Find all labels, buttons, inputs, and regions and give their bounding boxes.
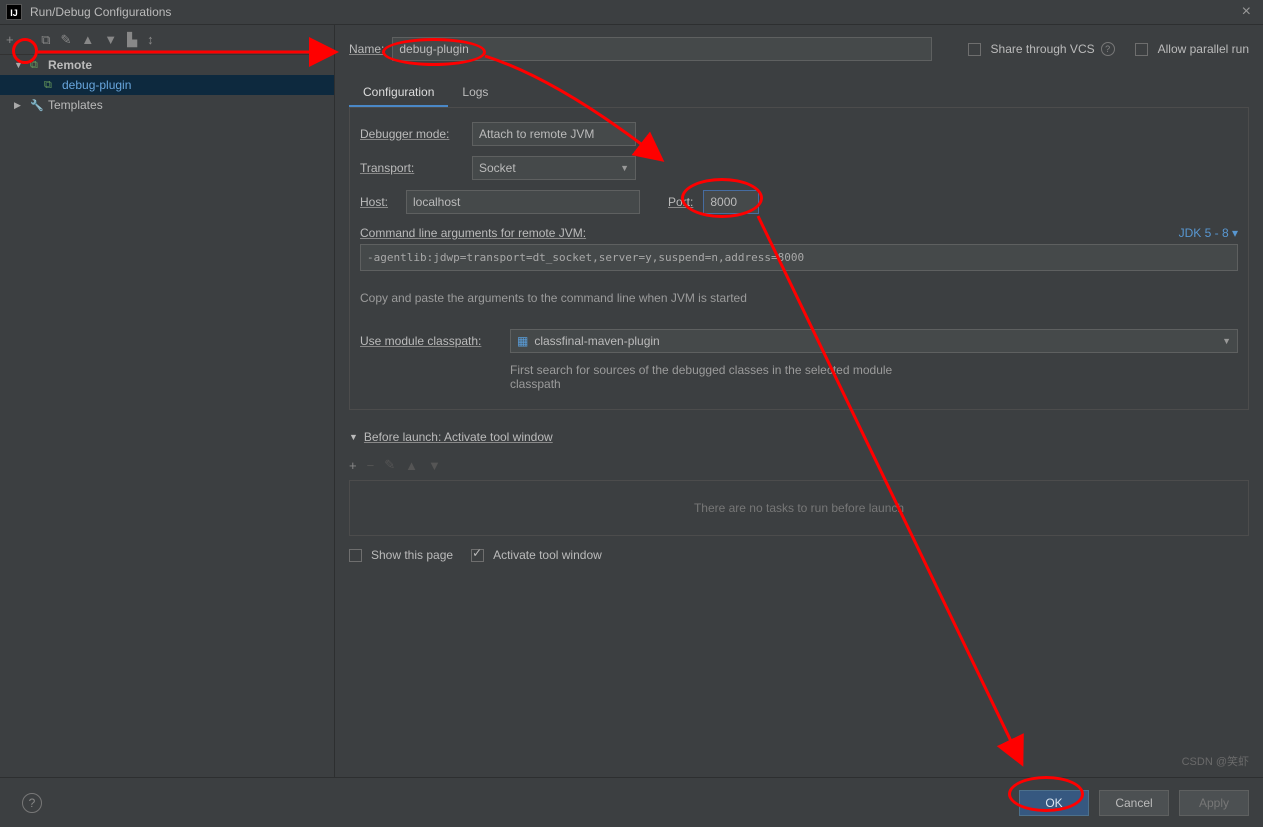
jdk-select-link[interactable]: JDK 5 - 8 ▾ xyxy=(1179,226,1238,240)
main-panel: Name: Share through VCS ? Allow parallel… xyxy=(335,25,1263,777)
module-icon: ▦ xyxy=(517,334,528,348)
parallel-label: Allow parallel run xyxy=(1158,42,1249,56)
add-icon[interactable]: + xyxy=(6,32,14,47)
before-launch-header[interactable]: ▼ Before launch: Activate tool window xyxy=(349,430,1249,444)
apply-button[interactable]: Apply xyxy=(1179,790,1249,816)
chevron-down-icon: ▼ xyxy=(1222,336,1231,346)
dialog-footer: ? OK Cancel Apply xyxy=(0,777,1263,827)
watermark: CSDN @笑虾 xyxy=(1182,753,1249,769)
tab-configuration[interactable]: Configuration xyxy=(349,79,448,107)
help-icon[interactable]: ? xyxy=(1101,42,1115,56)
copy-icon[interactable]: ⧉ xyxy=(41,32,50,48)
tree-label: Templates xyxy=(48,98,103,112)
app-icon: IJ xyxy=(6,4,22,20)
remote-icon: ⧉ xyxy=(44,79,58,92)
tree-label: Remote xyxy=(48,58,92,72)
tree-label: debug-plugin xyxy=(62,78,131,92)
activate-checkbox[interactable] xyxy=(471,549,484,562)
module-label: Use module classpath: xyxy=(360,334,500,348)
cmd-args-label: Command line arguments for remote JVM: xyxy=(360,226,586,240)
tree-node-debug-plugin[interactable]: ⧉ debug-plugin xyxy=(0,75,334,95)
before-launch-panel: There are no tasks to run before launch xyxy=(349,480,1249,536)
module-hint: First search for sources of the debugged… xyxy=(510,363,910,391)
down-task-icon: ▼ xyxy=(428,458,441,473)
name-input[interactable] xyxy=(392,37,932,61)
section-title: Before launch: Activate tool window xyxy=(364,430,553,444)
up-task-icon: ▲ xyxy=(405,458,418,473)
cancel-button[interactable]: Cancel xyxy=(1099,790,1169,816)
cmd-args-value[interactable]: -agentlib:jdwp=transport=dt_socket,serve… xyxy=(360,244,1238,271)
show-page-label: Show this page xyxy=(371,548,453,562)
host-input[interactable] xyxy=(406,190,640,214)
config-tree: ▼ ⧉ Remote ⧉ debug-plugin ▶ 🔧 Templates xyxy=(0,55,334,777)
module-select[interactable]: ▦ classfinal-maven-plugin ▼ xyxy=(510,329,1238,353)
help-button[interactable]: ? xyxy=(22,793,42,813)
transport-select[interactable]: Socket ▼ xyxy=(472,156,636,180)
port-label: Port: xyxy=(668,195,693,209)
chevron-down-icon: ▼ xyxy=(14,60,26,70)
edit-icon[interactable]: ✎ xyxy=(60,32,71,48)
share-label: Share through VCS xyxy=(991,42,1095,56)
down-icon[interactable]: ▼ xyxy=(104,32,117,47)
empty-text: There are no tasks to run before launch xyxy=(694,501,904,515)
chevron-down-icon: ▼ xyxy=(349,432,358,442)
expand-icon[interactable]: ↕ xyxy=(147,32,154,47)
port-input[interactable] xyxy=(703,190,759,214)
tree-node-remote[interactable]: ▼ ⧉ Remote xyxy=(0,55,334,75)
activate-label: Activate tool window xyxy=(493,548,602,562)
title-bar: IJ Run/Debug Configurations × xyxy=(0,0,1263,25)
close-icon[interactable]: × xyxy=(1236,3,1257,21)
parallel-checkbox[interactable] xyxy=(1135,43,1148,56)
show-page-checkbox[interactable] xyxy=(349,549,362,562)
window-title: Run/Debug Configurations xyxy=(30,5,171,19)
debugger-mode-select[interactable]: Attach to remote JVM xyxy=(472,122,636,146)
add-task-icon[interactable]: + xyxy=(349,458,357,473)
name-label: Name: xyxy=(349,42,384,56)
wrench-icon: 🔧 xyxy=(30,99,44,112)
remove-task-icon: − xyxy=(367,458,375,473)
chevron-down-icon: ▼ xyxy=(620,163,629,173)
cmd-hint: Copy and paste the arguments to the comm… xyxy=(360,291,1238,305)
select-value: classfinal-maven-plugin xyxy=(534,334,659,348)
sidebar: + − ⧉ ✎ ▲ ▼ ▙ ↕ ▼ ⧉ Remote ⧉ debug-plugi… xyxy=(0,25,335,777)
remote-icon: ⧉ xyxy=(30,59,44,72)
transport-label: Transport: xyxy=(360,161,462,175)
share-checkbox[interactable] xyxy=(968,43,981,56)
select-value: Attach to remote JVM xyxy=(479,127,594,141)
debugger-mode-label: Debugger mode: xyxy=(360,127,462,141)
ok-button[interactable]: OK xyxy=(1019,790,1089,816)
up-icon[interactable]: ▲ xyxy=(81,32,94,47)
edit-task-icon: ✎ xyxy=(384,457,395,473)
sidebar-toolbar: + − ⧉ ✎ ▲ ▼ ▙ ↕ xyxy=(0,25,334,55)
select-value: Socket xyxy=(479,161,516,175)
chevron-right-icon: ▶ xyxy=(14,100,26,111)
host-label: Host: xyxy=(360,195,396,209)
tab-logs[interactable]: Logs xyxy=(448,79,502,107)
folder-icon[interactable]: ▙ xyxy=(127,32,137,48)
tree-node-templates[interactable]: ▶ 🔧 Templates xyxy=(0,95,334,115)
remove-icon[interactable]: − xyxy=(24,32,32,47)
